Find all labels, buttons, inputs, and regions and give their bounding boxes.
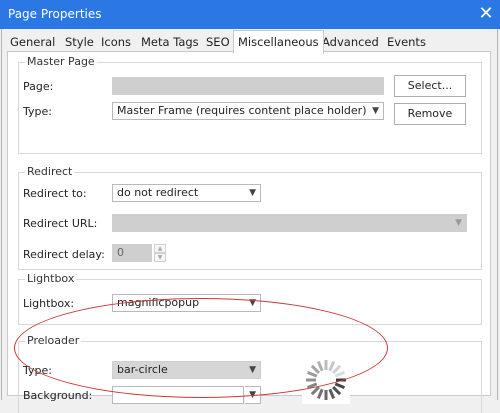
chevron-down-icon: ▼ (249, 188, 256, 198)
chevron-down-icon: ▼ (455, 218, 462, 228)
preloader-background-label: Background: (23, 389, 93, 402)
tab-seo[interactable]: SEO (202, 32, 234, 52)
preloader-type-select[interactable]: bar-circle ▼ (112, 361, 261, 379)
chevron-down-icon: ▼ (249, 298, 256, 308)
preloader-type-value: bar-circle (117, 363, 168, 376)
remove-button[interactable]: Remove (394, 103, 466, 125)
tab-icons[interactable]: Icons (97, 32, 135, 52)
lightbox-label: Lightbox: (23, 297, 75, 310)
tab-advanced[interactable]: Advanced (318, 32, 383, 52)
redirect-delay-label: Redirect delay: (23, 248, 105, 261)
type-label: Type: (23, 105, 52, 118)
lightbox-group-title: Lightbox (25, 272, 77, 285)
page-field (112, 77, 384, 95)
redirect-to-label: Redirect to: (23, 187, 87, 200)
redirect-group-title: Redirect (25, 165, 75, 178)
spin-down-icon: ▼ (154, 253, 166, 262)
chevron-down-icon: ▼ (249, 390, 256, 400)
tab-style[interactable]: Style (61, 32, 98, 52)
tab-events[interactable]: Events (383, 32, 430, 52)
tab-general[interactable]: General (6, 32, 59, 52)
redirect-url-label: Redirect URL: (23, 217, 98, 230)
window-title: Page Properties (8, 7, 102, 21)
miscellaneous-panel: Master Page Page: Select... Type: Master… (7, 51, 491, 413)
dialog-body: General Style Icons Meta Tags SEO Miscel… (1, 29, 498, 413)
redirect-delay-field: 0 (112, 244, 152, 262)
preloader-group-title: Preloader (25, 334, 82, 347)
tab-meta-tags[interactable]: Meta Tags (137, 32, 203, 52)
lightbox-group: Lightbox Lightbox: magnificpopup ▼ (18, 272, 482, 325)
redirect-group: Redirect Redirect to: do not redirect ▼ … (18, 165, 482, 270)
spin-up-icon: ▲ (154, 244, 166, 253)
chevron-down-icon: ▼ (372, 106, 379, 116)
redirect-url-field: ▼ (112, 214, 467, 232)
tab-miscellaneous[interactable]: Miscellaneous (233, 30, 324, 54)
type-select-value: Master Frame (requires content place hol… (117, 104, 367, 117)
lightbox-select[interactable]: magnificpopup ▼ (112, 294, 261, 312)
master-page-group: Master Page Page: Select... Type: Master… (18, 55, 482, 154)
background-dropdown-button[interactable]: ▼ (245, 386, 261, 404)
preloader-group: Preloader Type: bar-circle ▼ Background:… (18, 334, 482, 413)
close-icon[interactable]: ✕ (472, 0, 500, 29)
redirect-to-value: do not redirect (117, 186, 199, 199)
type-select[interactable]: Master Frame (requires content place hol… (112, 102, 384, 120)
preloader-background-field[interactable] (112, 386, 244, 404)
redirect-to-select[interactable]: do not redirect ▼ (112, 184, 261, 202)
chevron-down-icon: ▼ (249, 365, 256, 375)
preloader-type-label: Type: (23, 364, 52, 377)
master-page-group-title: Master Page (25, 55, 97, 68)
title-bar: Page Properties ✕ (0, 0, 500, 29)
select-button[interactable]: Select... (394, 75, 466, 97)
lightbox-value: magnificpopup (117, 296, 200, 309)
page-label: Page: (23, 80, 54, 93)
loading-spinner-icon (302, 356, 350, 404)
